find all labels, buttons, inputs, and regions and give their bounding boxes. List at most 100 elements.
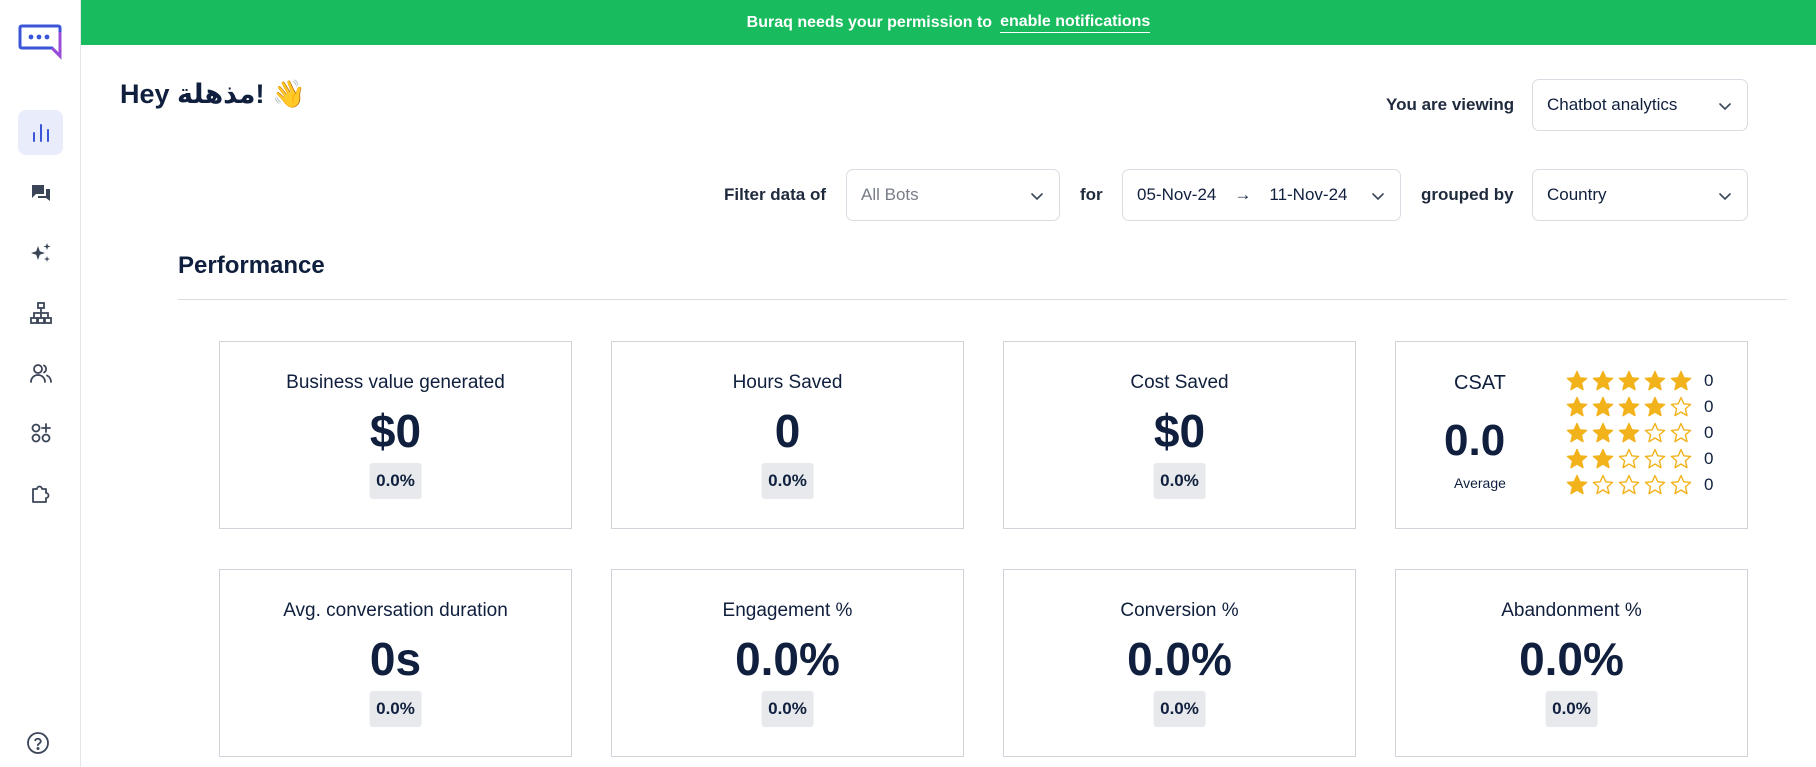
card-title: Avg. conversation duration xyxy=(283,600,508,621)
star-count: 0 xyxy=(1704,397,1714,416)
star-outline-icon xyxy=(1644,474,1666,495)
card-title: Abandonment % xyxy=(1501,600,1642,621)
group-by-select[interactable]: Country xyxy=(1532,169,1748,221)
section-divider xyxy=(178,299,1787,300)
bots-select[interactable]: All Bots xyxy=(846,169,1060,221)
change-badge: 0.0% xyxy=(1153,691,1206,727)
csat-card: CSAT 0.0 Average 0 0 0 0 0 xyxy=(1395,341,1748,529)
enable-notifications-link[interactable]: enable notifications xyxy=(1000,13,1151,33)
bots-select-value: All Bots xyxy=(861,185,919,204)
sidebar xyxy=(0,0,81,767)
star-rating-row: 0 xyxy=(1566,396,1713,418)
integrations-icon[interactable] xyxy=(18,470,63,515)
star-filled-icon xyxy=(1566,448,1588,469)
star-filled-icon xyxy=(1644,396,1666,417)
filter-label: Filter data of xyxy=(724,185,827,204)
star-count: 0 xyxy=(1704,371,1714,390)
star-outline-icon xyxy=(1670,448,1692,469)
viewing-label: You are viewing xyxy=(1386,95,1515,114)
star-filled-icon xyxy=(1618,370,1640,391)
star-outline-icon xyxy=(1618,448,1640,469)
view-select-value: Chatbot analytics xyxy=(1547,95,1678,114)
help-icon[interactable] xyxy=(26,731,50,755)
star-filled-icon xyxy=(1644,370,1666,391)
date-range-picker[interactable]: 05-Nov-24 → 11-Nov-24 xyxy=(1122,169,1401,221)
star-filled-icon xyxy=(1670,370,1692,391)
card-title: Conversion % xyxy=(1120,600,1239,621)
star-filled-icon xyxy=(1566,422,1588,443)
business-value-card: Business value generated $0 0.0% xyxy=(219,341,572,529)
star-rating-row: 0 xyxy=(1566,474,1713,496)
change-badge: 0.0% xyxy=(369,691,422,727)
flow-builder-icon[interactable] xyxy=(18,290,63,335)
performance-title: Performance xyxy=(178,252,325,279)
grouped-label: grouped by xyxy=(1421,185,1514,204)
csat-value: 0.0 xyxy=(1444,416,1506,465)
csat-title: CSAT xyxy=(1454,372,1506,394)
star-filled-icon xyxy=(1618,422,1640,443)
chevron-down-icon xyxy=(1719,103,1731,111)
group-by-value: Country xyxy=(1547,185,1607,204)
star-rating-row: 0 xyxy=(1566,422,1713,444)
star-filled-icon xyxy=(1592,396,1614,417)
greeting-title: Hey مذهلة! 👋 xyxy=(120,79,306,109)
date-to: 11-Nov-24 xyxy=(1269,185,1348,204)
card-title: Hours Saved xyxy=(732,372,843,393)
star-outline-icon xyxy=(1670,396,1692,417)
star-outline-icon xyxy=(1644,448,1666,469)
card-value: 0.0% xyxy=(1519,633,1624,685)
date-from: 05-Nov-24 xyxy=(1137,185,1217,204)
star-rating-row: 0 xyxy=(1566,370,1713,392)
change-badge: 0.0% xyxy=(761,463,814,499)
star-count: 0 xyxy=(1704,449,1714,468)
card-value: $0 xyxy=(1153,405,1206,457)
chevron-down-icon xyxy=(1719,193,1731,201)
analytics-icon[interactable] xyxy=(18,110,63,155)
star-rating-row: 0 xyxy=(1566,448,1713,470)
card-value: 0s xyxy=(369,633,422,685)
card-value: 0.0% xyxy=(1127,633,1232,685)
card-title: Business value generated xyxy=(286,372,505,393)
star-filled-icon xyxy=(1592,448,1614,469)
star-outline-icon xyxy=(1592,474,1614,495)
arrow-right-icon: → xyxy=(1234,185,1252,204)
notification-banner: Buraq needs your permission to enable no… xyxy=(81,0,1816,45)
star-outline-icon xyxy=(1670,474,1692,495)
users-icon[interactable] xyxy=(18,350,63,395)
star-filled-icon xyxy=(1566,370,1588,391)
star-filled-icon xyxy=(1566,474,1588,495)
star-outline-icon xyxy=(1670,422,1692,443)
apps-icon[interactable] xyxy=(18,410,63,455)
star-count: 0 xyxy=(1704,475,1714,494)
change-badge: 0.0% xyxy=(761,691,814,727)
ai-sparkle-icon[interactable] xyxy=(18,230,63,275)
conversion-card: Conversion % 0.0% 0.0% xyxy=(1003,569,1356,757)
card-title: Engagement % xyxy=(722,600,853,621)
star-filled-icon xyxy=(1592,370,1614,391)
chevron-down-icon xyxy=(1372,193,1384,201)
abandonment-card: Abandonment % 0.0% 0.0% xyxy=(1395,569,1748,757)
conversations-icon[interactable] xyxy=(18,170,63,215)
chevron-down-icon xyxy=(1031,193,1043,201)
card-value: $0 xyxy=(369,405,422,457)
change-badge: 0.0% xyxy=(369,463,422,499)
cost-saved-card: Cost Saved $0 0.0% xyxy=(1003,341,1356,529)
change-badge: 0.0% xyxy=(1545,691,1598,727)
star-outline-icon xyxy=(1644,422,1666,443)
star-outline-icon xyxy=(1618,474,1640,495)
card-title: Cost Saved xyxy=(1130,372,1229,393)
chat-bubble-logo-icon[interactable] xyxy=(18,24,62,60)
card-value: 0.0% xyxy=(735,633,840,685)
change-badge: 0.0% xyxy=(1153,463,1206,499)
star-filled-icon xyxy=(1566,396,1588,417)
star-filled-icon xyxy=(1592,422,1614,443)
banner-text: Buraq needs your permission to xyxy=(746,13,993,31)
hours-saved-card: Hours Saved 0 0.0% xyxy=(611,341,964,529)
csat-average-label: Average xyxy=(1454,475,1506,491)
for-label: for xyxy=(1080,185,1103,204)
star-filled-icon xyxy=(1618,396,1640,417)
avg-duration-card: Avg. conversation duration 0s 0.0% xyxy=(219,569,572,757)
engagement-card: Engagement % 0.0% 0.0% xyxy=(611,569,964,757)
view-select[interactable]: Chatbot analytics xyxy=(1532,79,1748,131)
star-count: 0 xyxy=(1704,423,1714,442)
